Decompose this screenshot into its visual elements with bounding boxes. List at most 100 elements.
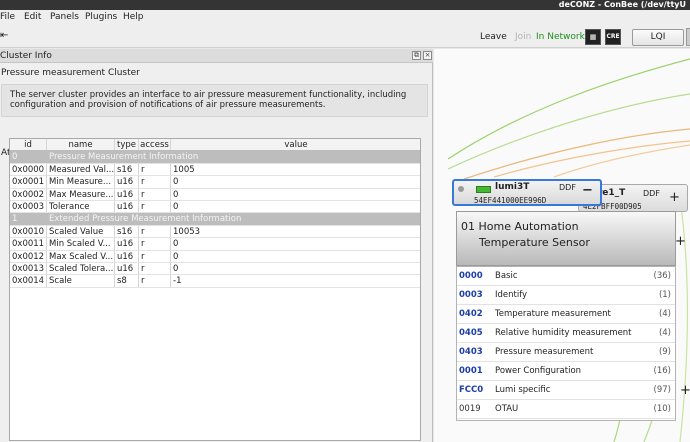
table-row[interactable]: 0x0012 Max Scaled V... u16 r 0 bbox=[10, 250, 420, 263]
menu-panels[interactable]: Panels bbox=[50, 12, 79, 22]
table-row[interactable]: 0x0001 Min Measure... u16 r 0 bbox=[10, 176, 420, 189]
back-arrow-icon[interactable]: ⇤ bbox=[0, 30, 8, 41]
cluster-item-identify[interactable]: 0003 Identify (1) bbox=[457, 286, 675, 305]
collapse-icon[interactable]: − bbox=[582, 184, 593, 198]
dock-title-bar[interactable]: Cluster Info ⧉ × bbox=[0, 49, 433, 63]
cluster-item-otau[interactable]: 0019 OTAU (10) bbox=[457, 400, 675, 419]
cluster-list: 0000 Basic (36) 0003 Identify (1) 0402 T… bbox=[456, 266, 676, 421]
menu-edit[interactable]: Edit bbox=[24, 12, 41, 22]
cluster-label: Basic bbox=[495, 271, 518, 281]
cluster-id: 0405 bbox=[459, 328, 483, 338]
attr-name: Tolerance bbox=[47, 201, 115, 213]
network-status: In Network bbox=[536, 32, 585, 42]
cluster-item-temperature[interactable]: 0402 Temperature measurement (4) bbox=[457, 305, 675, 324]
title-bar: deCONZ - ConBee (/dev/ttyU bbox=[0, 0, 690, 10]
table-group-row[interactable]: 0 Pressure Measurement Information bbox=[10, 151, 420, 164]
toolbar-edge-button[interactable] bbox=[686, 28, 690, 46]
expand-icon[interactable]: + bbox=[669, 191, 680, 205]
cluster-count: (4) bbox=[658, 328, 671, 338]
menu-file[interactable]: File bbox=[0, 12, 15, 22]
column-header-id[interactable]: id bbox=[10, 139, 47, 151]
menu-bar: File Edit Panels Plugins Help bbox=[0, 10, 690, 26]
table-row[interactable]: 0x0000 Measured Val... s16 r 1005 bbox=[10, 163, 420, 177]
group-id: 0 bbox=[12, 152, 18, 163]
attr-type: s16 bbox=[115, 163, 139, 176]
table-row[interactable]: 0x0002 Max Measure... u16 r 0 bbox=[10, 188, 420, 201]
cluster-item-lumi[interactable]: FCC0 Lumi specific (97) bbox=[457, 381, 675, 400]
table-header: id name type access value bbox=[10, 139, 420, 152]
network-graph-icon[interactable]: ▦ bbox=[585, 29, 601, 45]
lqi-button[interactable]: LQI bbox=[632, 29, 684, 46]
attr-value: 0 bbox=[171, 176, 420, 187]
column-header-name[interactable]: name bbox=[47, 139, 115, 151]
attr-type: s16 bbox=[115, 225, 139, 238]
expand-icon[interactable]: + bbox=[675, 234, 686, 249]
group-name: Pressure Measurement Information bbox=[49, 152, 199, 163]
cluster-id: 0001 bbox=[459, 366, 483, 376]
table-row[interactable]: 0x0014 Scale s8 r -1 bbox=[10, 275, 420, 288]
cluster-label: Lumi specific bbox=[495, 385, 551, 395]
table-row[interactable]: 0x0011 Min Scaled V... u16 r 0 bbox=[10, 238, 420, 251]
attr-access: r bbox=[139, 163, 171, 176]
attr-value: 0 bbox=[171, 238, 420, 249]
close-icon[interactable]: × bbox=[423, 51, 432, 60]
join-button[interactable]: Join bbox=[515, 32, 531, 42]
leave-button[interactable]: Leave bbox=[480, 32, 507, 42]
cluster-item-power[interactable]: 0001 Power Configuration (16) bbox=[457, 362, 675, 381]
attr-type: u16 bbox=[115, 201, 139, 213]
attr-name: Measured Val... bbox=[49, 163, 115, 176]
cluster-id: 0019 bbox=[459, 404, 481, 414]
node-name: lumi3T bbox=[495, 182, 530, 192]
attr-access: r bbox=[139, 263, 171, 275]
device-node-lumi3t[interactable]: lumi3T DDF 54EF441000EE996D − bbox=[452, 179, 602, 206]
cre-button[interactable]: CRE bbox=[605, 29, 621, 45]
float-icon[interactable]: ⧉ bbox=[412, 51, 421, 60]
node-mac: 54EF441000EE996D bbox=[474, 196, 547, 205]
attr-access: r bbox=[139, 225, 171, 238]
cluster-id: 0000 bbox=[459, 271, 483, 281]
toolbar: ⇤ Leave Join In Network ▦ CRE LQI bbox=[0, 26, 690, 48]
attr-value: 1005 bbox=[171, 164, 420, 175]
cluster-item-pressure[interactable]: 0403 Pressure measurement (9) bbox=[457, 343, 675, 362]
column-header-type[interactable]: type bbox=[115, 139, 139, 151]
cluster-count: (10) bbox=[653, 404, 671, 414]
window-title: deCONZ - ConBee (/dev/ttyU bbox=[558, 0, 686, 9]
ddf-badge: DDF bbox=[559, 183, 576, 192]
table-row[interactable]: 0x0003 Tolerance u16 r 0 bbox=[10, 201, 420, 214]
expand-icon[interactable]: + bbox=[680, 383, 690, 398]
group-id: 1 bbox=[12, 214, 18, 225]
dock-title: Cluster Info bbox=[0, 51, 52, 61]
cluster-item-humidity[interactable]: 0405 Relative humidity measurement (4) bbox=[457, 324, 675, 343]
attr-value: 0 bbox=[171, 189, 420, 200]
status-dot bbox=[458, 186, 464, 192]
cluster-id: 0403 bbox=[459, 347, 483, 357]
table-group-row[interactable]: 1 Extended Pressure Measurement Informat… bbox=[10, 213, 420, 226]
endpoint-subtitle: Temperature Sensor bbox=[479, 236, 590, 249]
cluster-count: (4) bbox=[658, 309, 671, 319]
attr-name: Scaled Value bbox=[47, 225, 115, 238]
column-header-access[interactable]: access bbox=[139, 139, 171, 151]
attr-type: u16 bbox=[115, 188, 139, 200]
cluster-id: 0402 bbox=[459, 309, 483, 319]
menu-plugins[interactable]: Plugins bbox=[85, 12, 117, 22]
attr-name: Scaled Tolera... bbox=[49, 263, 115, 275]
endpoint-header[interactable]: 01 Home Automation Temperature Sensor bbox=[456, 211, 676, 266]
menu-help[interactable]: Help bbox=[123, 12, 144, 22]
attr-access: r bbox=[139, 275, 171, 287]
attr-id: 0x0000 bbox=[10, 163, 47, 176]
attr-name: Max Scaled V... bbox=[49, 250, 115, 262]
cluster-id: FCC0 bbox=[459, 385, 484, 395]
table-row[interactable]: 0x0013 Scaled Tolera... u16 r 0 bbox=[10, 263, 420, 276]
cluster-count: (36) bbox=[653, 271, 671, 281]
cluster-label: Power Configuration bbox=[495, 366, 582, 376]
attr-value: -1 bbox=[171, 275, 420, 286]
cluster-item-basic[interactable]: 0000 Basic (36) bbox=[457, 267, 675, 286]
attr-name: Scale bbox=[47, 275, 115, 287]
attr-name: Min Measure... bbox=[47, 176, 115, 188]
column-header-value[interactable]: value bbox=[171, 139, 420, 150]
cluster-label: Temperature measurement bbox=[495, 309, 611, 319]
attr-type: u16 bbox=[115, 263, 139, 275]
attr-type: s8 bbox=[115, 275, 139, 287]
attr-access: r bbox=[139, 250, 171, 262]
table-row[interactable]: 0x0010 Scaled Value s16 r 10053 bbox=[10, 225, 420, 239]
